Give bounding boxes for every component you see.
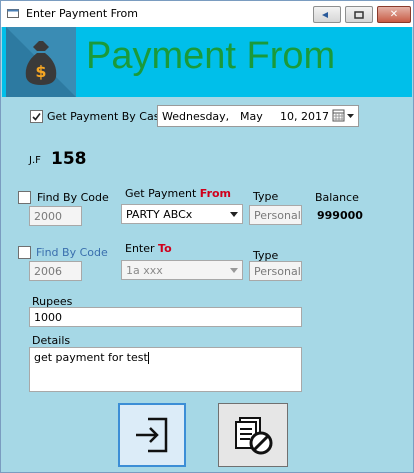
checkmark-icon bbox=[32, 113, 41, 121]
get-payment-by-cash-checkbox[interactable] bbox=[30, 110, 43, 123]
payment-window: Enter Payment From ✕ $ Payment From Get … bbox=[0, 0, 414, 473]
cancel-button[interactable] bbox=[218, 403, 288, 467]
close-icon: ✕ bbox=[389, 9, 399, 20]
get-payment-by-cash-label: Get Payment By Cash bbox=[47, 110, 167, 123]
window-icon bbox=[7, 9, 19, 18]
from-find-by-code-checkbox[interactable] bbox=[18, 191, 31, 204]
to-find-by-code-label: Find By Code bbox=[36, 246, 108, 259]
rupees-input[interactable]: 1000 bbox=[29, 307, 302, 327]
title-bar: Enter Payment From ✕ bbox=[1, 1, 413, 27]
balance-value: 999000 bbox=[317, 209, 363, 222]
from-code-input[interactable]: 2000 bbox=[29, 206, 82, 226]
date-weekday: Wednesday, bbox=[162, 110, 230, 123]
cancel-document-icon bbox=[235, 417, 273, 455]
calendar-dropdown-button[interactable] bbox=[332, 109, 356, 123]
restore-icon bbox=[354, 10, 364, 19]
get-payment-label: Get Payment From bbox=[125, 187, 231, 200]
date-day-year: 10, 2017 bbox=[280, 110, 329, 123]
to-highlight-text: To bbox=[158, 242, 172, 255]
details-text: get payment for test bbox=[34, 351, 148, 364]
details-textarea[interactable]: get payment for test bbox=[29, 347, 302, 392]
enter-to-label: Enter To bbox=[125, 242, 172, 255]
money-bag-icon: $ bbox=[6, 27, 76, 97]
payment-date-picker[interactable]: Wednesday, May 10, 2017 bbox=[157, 105, 359, 127]
header-banner: $ Payment From bbox=[2, 27, 412, 97]
to-type-value: Personal bbox=[249, 261, 302, 281]
minimize-icon bbox=[322, 11, 328, 18]
text-cursor bbox=[147, 352, 149, 364]
calendar-icon bbox=[332, 109, 354, 122]
to-account-value: 1a xxx bbox=[126, 264, 163, 277]
restore-button[interactable] bbox=[345, 6, 373, 23]
enter-icon bbox=[136, 417, 168, 453]
svg-text:$: $ bbox=[35, 62, 46, 81]
save-button[interactable] bbox=[118, 403, 186, 467]
minimize-button[interactable] bbox=[313, 6, 341, 23]
page-title: Payment From bbox=[86, 35, 336, 77]
jf-number: 158 bbox=[51, 149, 87, 169]
jf-label: J.F bbox=[29, 155, 41, 166]
details-label: Details bbox=[32, 334, 71, 347]
from-type-value: Personal bbox=[249, 205, 302, 225]
enter-text: Enter bbox=[125, 242, 155, 255]
close-button[interactable]: ✕ bbox=[377, 6, 411, 23]
from-highlight-text: From bbox=[199, 187, 232, 200]
balance-label: Balance bbox=[315, 191, 359, 204]
chevron-down-icon bbox=[230, 212, 238, 217]
get-payment-text: Get Payment bbox=[125, 187, 197, 200]
to-code-input[interactable]: 2006 bbox=[29, 261, 82, 281]
to-account-select[interactable]: 1a xxx bbox=[121, 260, 243, 280]
from-type-label: Type bbox=[253, 190, 279, 203]
from-party-value: PARTY ABCx bbox=[126, 208, 193, 221]
from-party-select[interactable]: PARTY ABCx bbox=[121, 204, 243, 224]
date-month: May bbox=[240, 110, 263, 123]
from-find-by-code-label: Find By Code bbox=[37, 191, 109, 204]
to-find-by-code-checkbox[interactable] bbox=[18, 246, 31, 259]
window-title: Enter Payment From bbox=[26, 7, 138, 20]
chevron-down-icon bbox=[230, 268, 238, 273]
